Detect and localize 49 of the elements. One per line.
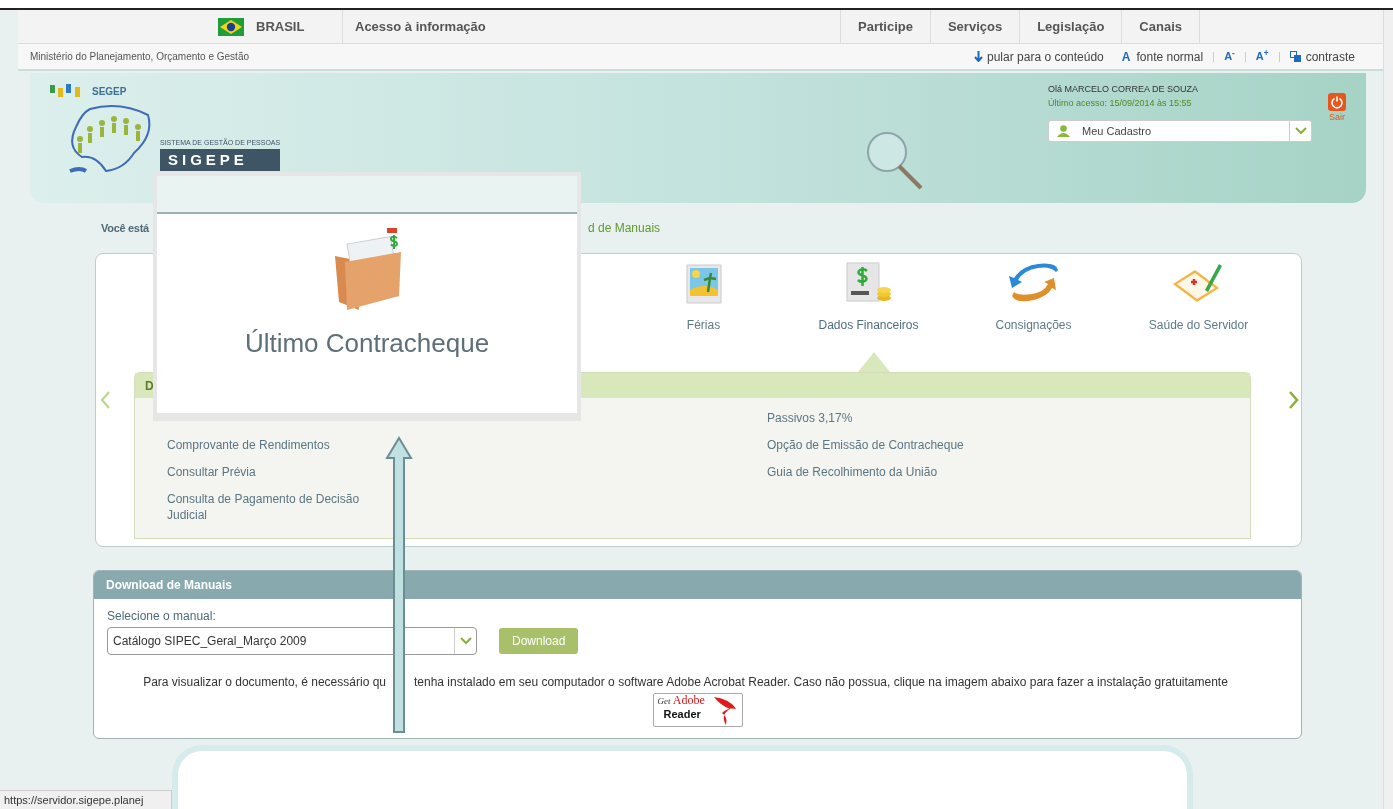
manual-label: Selecione o manual: <box>107 608 217 625</box>
chevron-down-icon <box>1294 127 1307 135</box>
system-name-banner: SIGEPE <box>160 148 280 171</box>
skip-to-content-link[interactable]: pular para o conteúdo <box>974 47 1104 66</box>
country-label: BRASIL <box>256 17 305 36</box>
normal-font-link[interactable]: A fonte normal <box>1121 47 1204 66</box>
detail-link[interactable]: Consultar Prévia <box>167 464 256 480</box>
detail-link[interactable]: Opção de Emissão de Contracheque <box>767 437 964 453</box>
chevron-left-icon <box>100 390 110 410</box>
get-reader-badge[interactable]: Get Adobe Reader <box>652 693 743 727</box>
money-document-icon <box>845 262 892 304</box>
profile-select[interactable]: Meu Cadastro <box>1048 120 1312 142</box>
service-tab[interactable]: Consignações <box>951 258 1116 372</box>
ministry-name: Ministério do Planejamento, Orçamento e Gestão <box>30 50 249 64</box>
font-size-link[interactable]: A$^{+}$ <box>1255 48 1269 65</box>
arrow-down-icon <box>974 51 983 62</box>
previous-arrow-button[interactable] <box>100 390 110 410</box>
beach-picture-icon <box>685 264 722 304</box>
service-tab[interactable]: Férias <box>621 258 786 372</box>
popup-title: Último Contracheque <box>244 327 490 360</box>
last-access: Último acesso: 15/09/2014 às 15:55 <box>1048 96 1193 110</box>
detail-link[interactable]: Consulta de Pagamento de Decisão Judicial <box>167 491 397 523</box>
status-url: https://servidor.sigepe.planej <box>4 792 144 808</box>
menu-link[interactable]: Legislação <box>1019 10 1122 43</box>
detail-link[interactable]: Passivos 3,17% <box>767 410 964 426</box>
detail-link[interactable]: Guia de Recolhimento da União <box>767 464 964 480</box>
reader-notice: tenha instalado em seu computador o software Adobe Acrobat Reader. Caso não possua, clique na imagem abaixo para fazer a instalação gratuitamente <box>414 674 1228 691</box>
brazil-flag-icon <box>218 17 244 36</box>
contrast-link[interactable]: contraste <box>1289 47 1355 66</box>
chevron-down-icon <box>459 637 472 645</box>
chevron-right-icon <box>1289 390 1299 410</box>
menu-link[interactable]: Canais <box>1121 10 1199 43</box>
downloads-title: Download de Manuais <box>106 577 232 594</box>
menu-link[interactable]: Serviços <box>929 10 1020 43</box>
user-icon <box>1057 125 1070 137</box>
user-greeting: Olá MARCELO CORREA DE SOUZA <box>1048 83 1200 96</box>
service-tab[interactable]: Saúde do Servidor <box>1116 258 1281 372</box>
detail-link[interactable]: Comprovante de Rendimentos <box>167 437 330 453</box>
breadcrumb-link[interactable]: d de Manuais <box>588 219 661 237</box>
menu-link[interactable]: Participe <box>840 10 930 43</box>
breadcrumb-label: Você está <box>101 222 149 234</box>
org-name: SEGEP <box>92 84 127 99</box>
access-info-link[interactable]: Acesso à informação <box>343 10 486 43</box>
reader-notice: Para visualizar o documento, é necessário qu <box>143 674 386 691</box>
font-size-link[interactable]: A$^{-}$ <box>1224 48 1235 65</box>
detail-panel-title: D <box>145 377 154 395</box>
contrast-icon <box>1289 51 1301 62</box>
next-arrow-button[interactable] <box>1289 390 1299 410</box>
power-icon <box>1328 93 1346 111</box>
